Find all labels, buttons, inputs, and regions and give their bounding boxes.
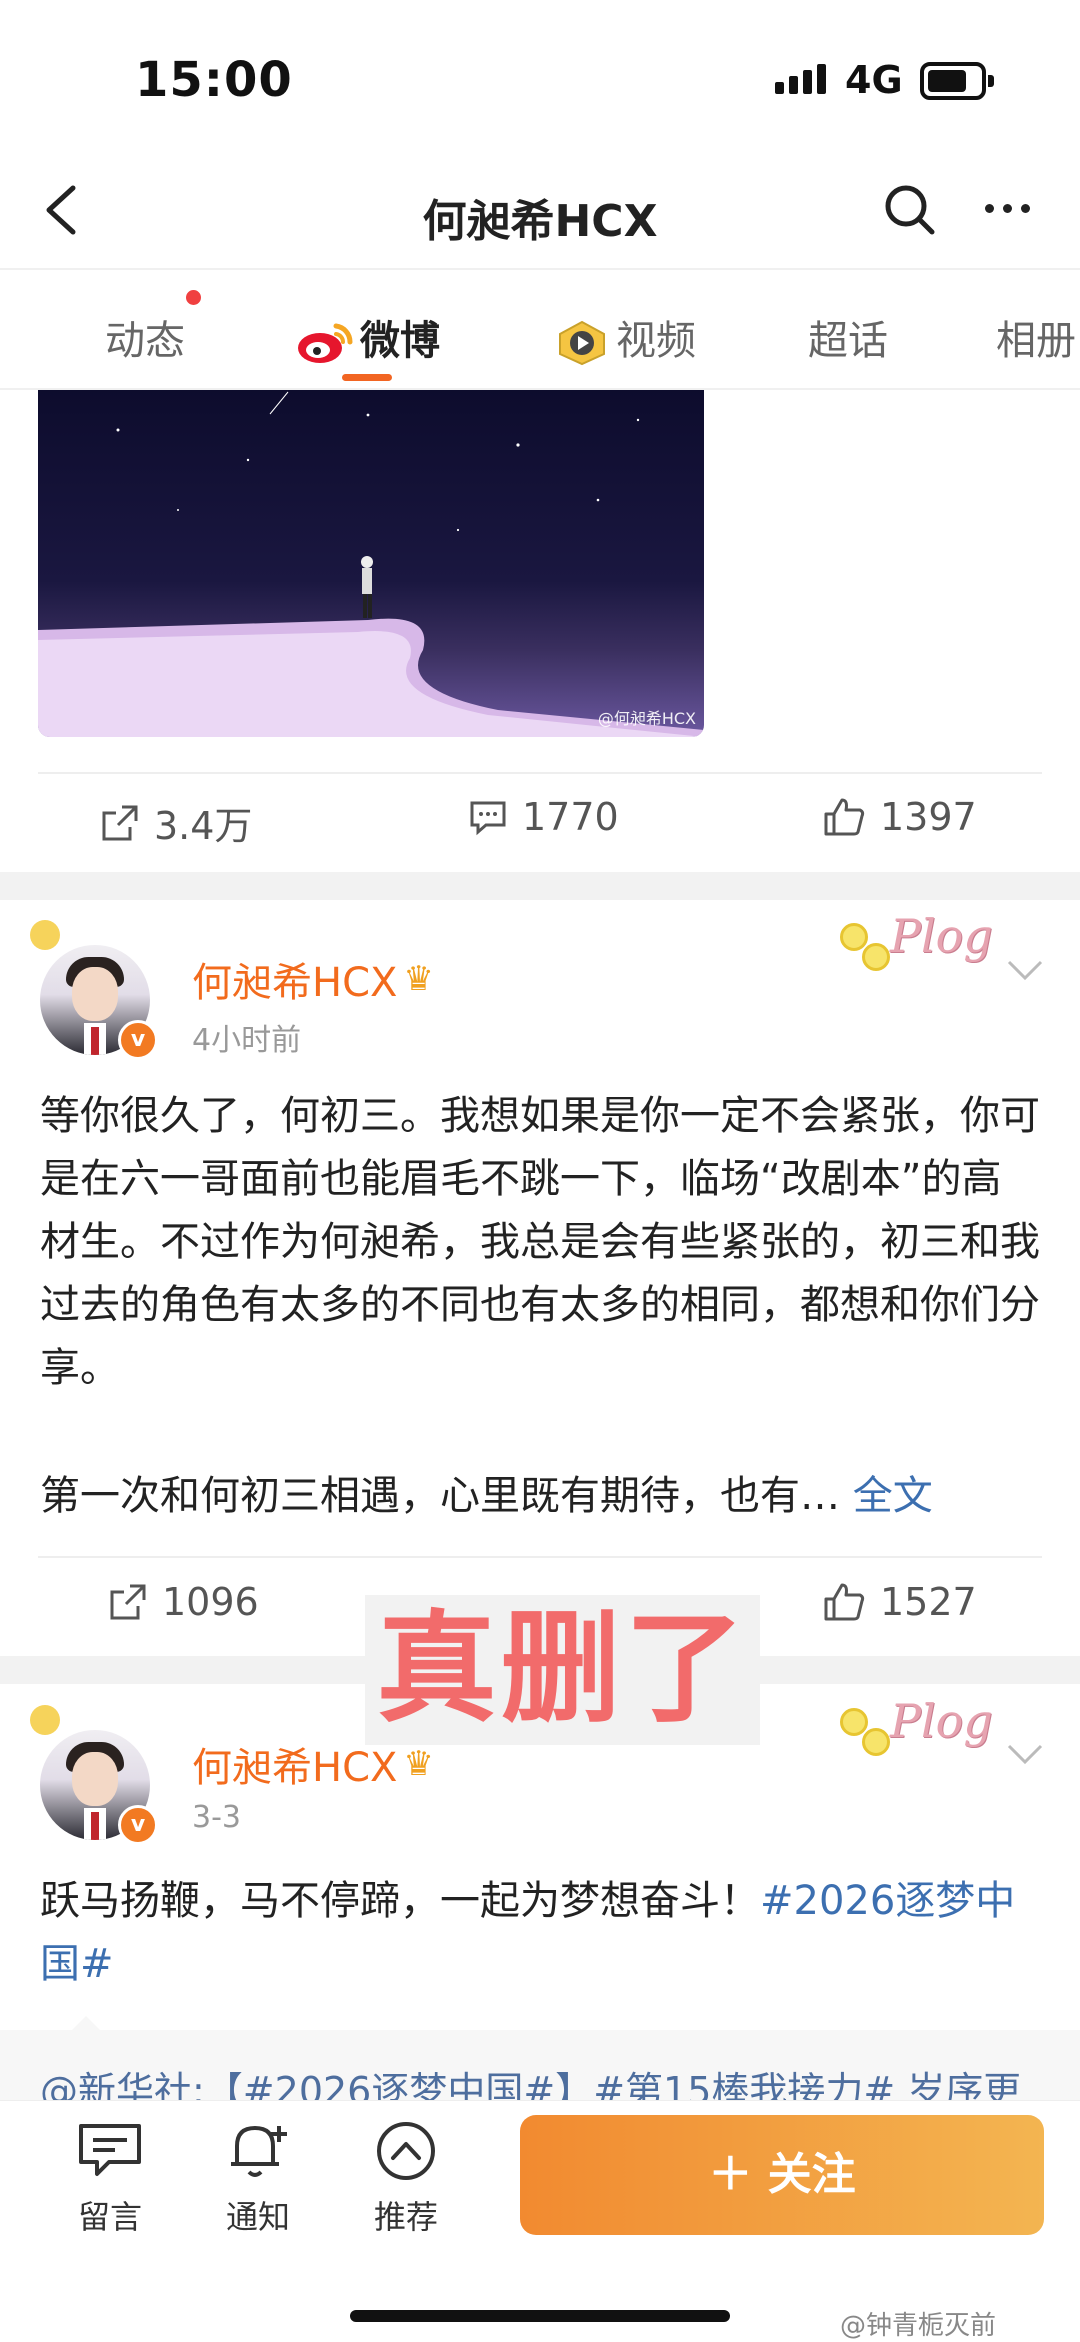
post-image[interactable]: @何昶希HCX <box>38 390 704 737</box>
chevron-down-icon[interactable] <box>1005 958 1045 982</box>
video-icon <box>559 320 605 366</box>
notify-label: 通知 <box>225 2198 290 2236</box>
comment-count: 1770 <box>522 795 619 839</box>
search-icon[interactable] <box>880 180 940 244</box>
thumbs-up-icon <box>824 1583 865 1621</box>
like-count: 1397 <box>880 795 977 839</box>
tab-weibo[interactable]: 微博 <box>296 308 440 366</box>
tab-video[interactable]: 视频 <box>556 308 696 366</box>
image-watermark: @何昶希HCX <box>597 709 696 728</box>
like-button[interactable]: 1397 <box>822 795 977 839</box>
verified-badge-icon: v <box>118 1020 158 1060</box>
message-icon <box>79 2124 141 2176</box>
plog-badge: Plog <box>840 905 993 975</box>
message-button[interactable]: 留言 <box>60 2120 160 2238</box>
profile-tabs: 动态 微博 视频 超话 相册 <box>0 270 1080 390</box>
notification-dot <box>186 290 201 305</box>
username[interactable]: 何昶希HCX <box>192 1735 397 1793</box>
post-author[interactable]: 何昶希HCX ♛ <box>192 1735 434 1793</box>
annotation-text: 真删了 <box>376 1600 749 1739</box>
deco-icon <box>30 920 60 950</box>
network-label: 4G <box>845 58 903 102</box>
share-icon <box>102 805 138 840</box>
recommend-button[interactable]: 推荐 <box>356 2120 456 2238</box>
deco-icon <box>30 1705 60 1735</box>
full-text-link[interactable]: 全文 <box>853 1473 933 1519</box>
active-tab-indicator <box>342 374 392 381</box>
post-content: 跃马扬鞭，马不停蹄，一起为梦想奋斗！#2026逐梦中国# <box>40 1878 1016 1987</box>
signal-icon <box>775 64 831 94</box>
post-content-truncated: 第一次和何初三相遇，心里既有期待，也有… 全文 <box>40 1473 933 1519</box>
tab-weibo-label: 微博 <box>360 318 440 364</box>
weibo-logo-icon <box>298 323 353 363</box>
more-icon[interactable] <box>985 198 1039 217</box>
username[interactable]: 何昶希HCX <box>192 950 397 1008</box>
comment-icon <box>470 801 506 836</box>
tab-dynamic[interactable]: 动态 <box>105 308 185 366</box>
post-content: 等你很久了，何初三。我想如果是你一定不会紧张，你可是在六一哥面前也能眉毛不跳一下… <box>40 1093 1040 1391</box>
thumbs-up-icon <box>824 798 865 836</box>
repost-count: 3.4万 <box>154 804 253 848</box>
verified-badge-icon: v <box>118 1805 158 1845</box>
post-time: 3-3 <box>192 1800 241 1835</box>
home-indicator <box>350 2310 730 2322</box>
repost-button[interactable]: 3.4万 <box>100 795 252 850</box>
plog-badge: Plog <box>840 1690 993 1760</box>
chevron-up-circle-icon <box>377 2122 435 2180</box>
like-button[interactable]: 1527 <box>822 1580 977 1624</box>
share-icon <box>110 1584 146 1620</box>
chevron-down-icon[interactable] <box>1005 1742 1045 1766</box>
footer-watermark: @钟青栀灭前 <box>840 2311 997 2341</box>
notify-button[interactable]: 通知 <box>208 2120 308 2238</box>
tab-album[interactable]: 相册 <box>996 308 1076 366</box>
repost-count: 1096 <box>162 1580 259 1624</box>
battery-icon <box>920 62 994 100</box>
tab-video-label: 视频 <box>616 318 696 364</box>
message-label: 留言 <box>77 2198 142 2236</box>
repost-button[interactable]: 1096 <box>108 1580 259 1624</box>
crown-icon: ♛ <box>403 1744 434 1784</box>
crown-icon: ♛ <box>403 959 434 999</box>
recommend-label: 推荐 <box>373 2198 438 2236</box>
post-time: 4小时前 <box>192 1023 302 1058</box>
comment-button[interactable]: 1770 <box>468 795 619 839</box>
tab-supertopic[interactable]: 超话 <box>808 308 888 366</box>
like-count: 1527 <box>880 1580 977 1624</box>
bell-plus-icon <box>231 2126 287 2177</box>
status-time: 15:00 <box>135 52 293 108</box>
follow-button[interactable]: ＋ 关注 <box>520 2115 1044 2235</box>
post-author[interactable]: 何昶希HCX ♛ <box>192 950 434 1008</box>
